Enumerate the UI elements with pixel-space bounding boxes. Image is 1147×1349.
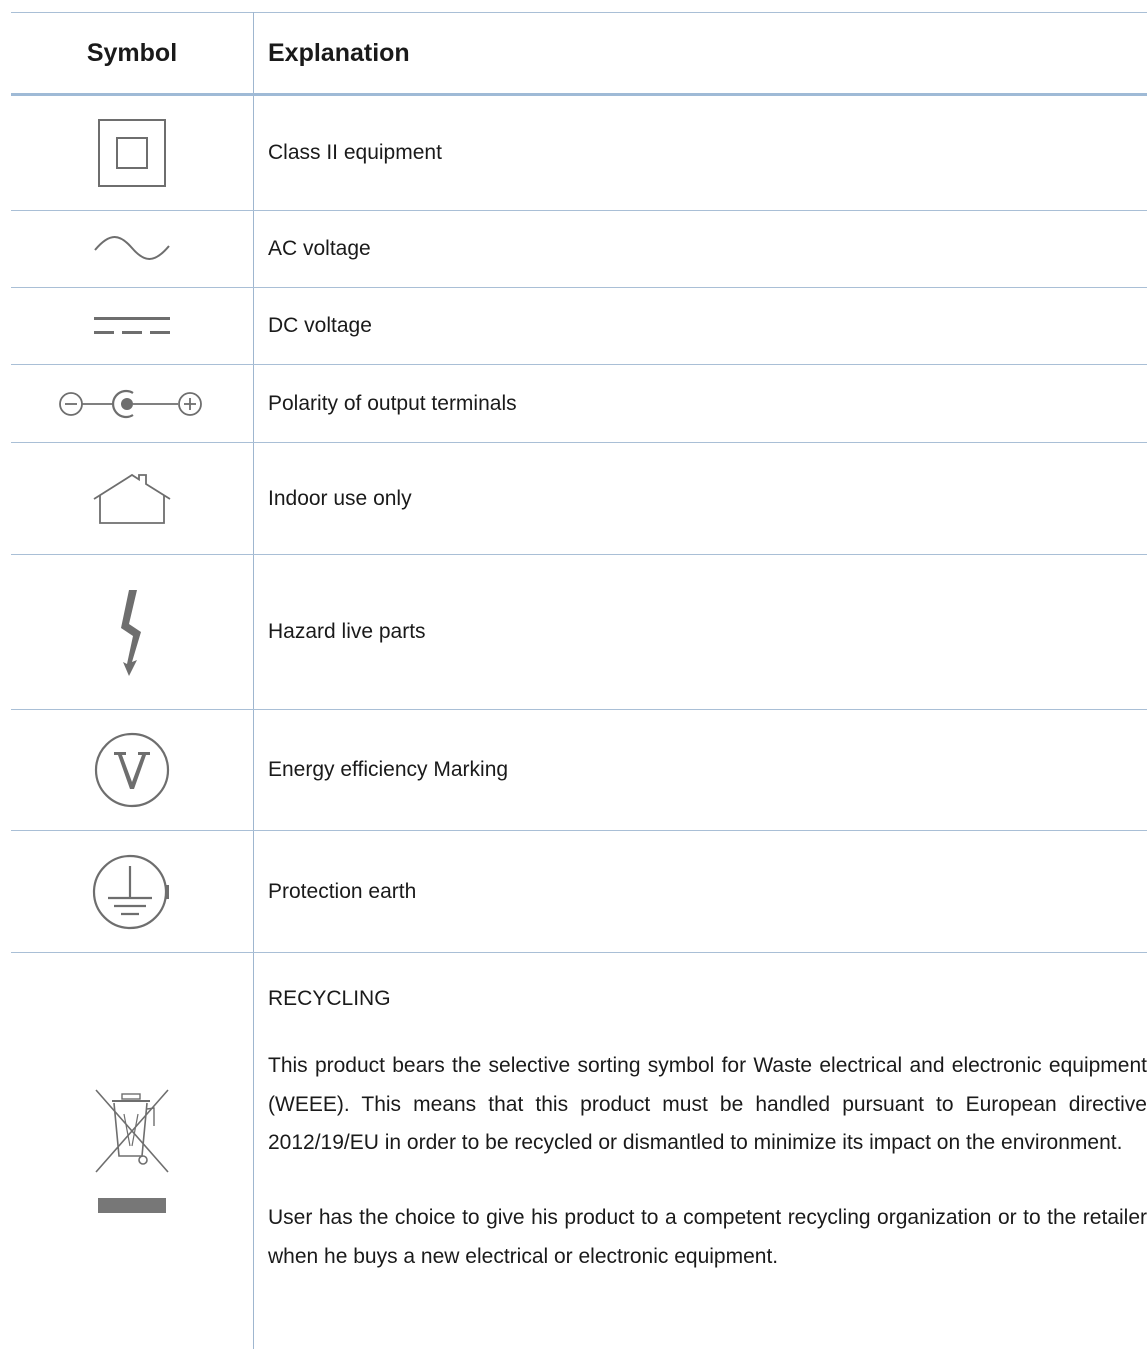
- weee-bin-icon: [11, 953, 253, 1349]
- row-text-dc-voltage: DC voltage: [268, 314, 372, 337]
- row-text-energy: Energy efficiency Marking: [268, 758, 509, 781]
- polarity-icon: [11, 365, 253, 442]
- recycling-paragraph-1: This product bears the selective sorting…: [268, 1047, 1147, 1163]
- dc-voltage-icon: [11, 288, 253, 364]
- lightning-icon: [11, 555, 253, 709]
- energy-v-icon: [11, 710, 253, 830]
- recycling-text-1: This product bears the selective sorting…: [268, 1054, 1147, 1154]
- ac-voltage-icon: [11, 211, 253, 287]
- row-text-indoor: Indoor use only: [268, 486, 412, 510]
- row-text-ac-voltage: AC voltage: [268, 237, 371, 260]
- protective-earth-icon: [11, 831, 253, 952]
- header-explanation: Explanation: [268, 38, 410, 67]
- row-text-earth: Protection earth: [268, 879, 417, 903]
- house-icon: [11, 443, 253, 554]
- class-ii-icon: [11, 96, 253, 210]
- row-text-class-ii: Class II equipment: [268, 141, 442, 164]
- row-text-polarity: Polarity of output terminals: [268, 391, 517, 415]
- column-divider: [253, 12, 254, 1349]
- symbol-table: Symbol Explanation Class II equipment AC…: [11, 12, 1147, 1349]
- recycling-paragraph-2: User has the choice to give his product …: [268, 1199, 1147, 1276]
- recycling-text-2: User has the choice to give his product …: [268, 1206, 1147, 1268]
- row-text-hazard: Hazard live parts: [268, 620, 426, 643]
- recycling-title: RECYCLING: [268, 987, 391, 1010]
- header-symbol: Symbol: [86, 38, 178, 67]
